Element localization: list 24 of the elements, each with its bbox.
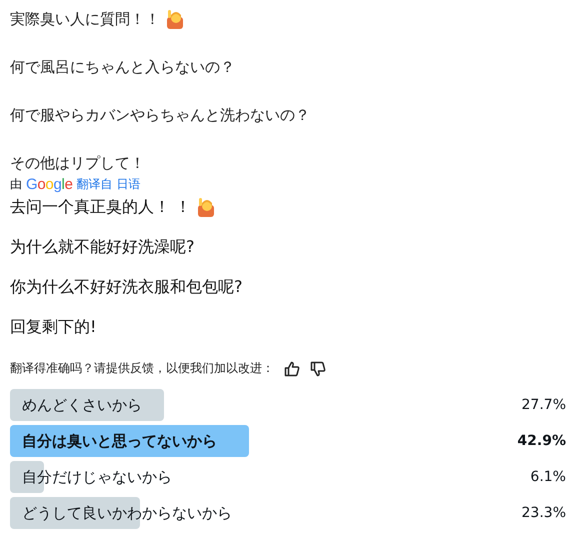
post-text: 何で服やらカバンやらちゃんと洗わないの？ (10, 105, 310, 126)
poll-option-label: どうして良いかわからないから (21, 504, 232, 522)
poll-option-label: 自分だけじゃないから (21, 468, 172, 486)
thumbs-up-icon[interactable] (284, 360, 300, 376)
raising-hand-emoji-icon (166, 9, 184, 29)
poll-option-label: めんどくさいから (21, 396, 142, 414)
post-text: 去问一个真正臭的人！ ！ (10, 196, 192, 218)
post-text: 回复剩下的! (10, 316, 96, 338)
thumbs-down-icon[interactable] (310, 360, 326, 376)
feedback-prompt: 翻译得准确吗？请提供反馈，以便我们加以改进： (10, 360, 274, 377)
poll-percentage: 42.9% (517, 433, 566, 449)
credit-prefix: 由 (10, 176, 22, 193)
post-text: 为什么就不能好好洗澡呢? (10, 236, 194, 258)
post-text: 実際臭い人に質問！！ (10, 9, 160, 30)
post-text: その他はリプして！ (10, 153, 145, 174)
post-text: 你为什么不好好洗衣服和包包呢? (10, 276, 242, 298)
google-logo: Google (26, 176, 73, 193)
post-text: 何で風呂にちゃんと入らないの？ (10, 57, 235, 78)
translated-from-link[interactable]: 翻译自 日语 (76, 176, 140, 193)
poll-percentage: 27.7% (522, 397, 566, 413)
poll-option-label: 自分は臭いと思ってないから (21, 432, 217, 450)
poll-percentage: 23.3% (522, 505, 566, 521)
raising-hand-emoji-icon (197, 196, 216, 216)
poll-percentage: 6.1% (530, 469, 566, 485)
